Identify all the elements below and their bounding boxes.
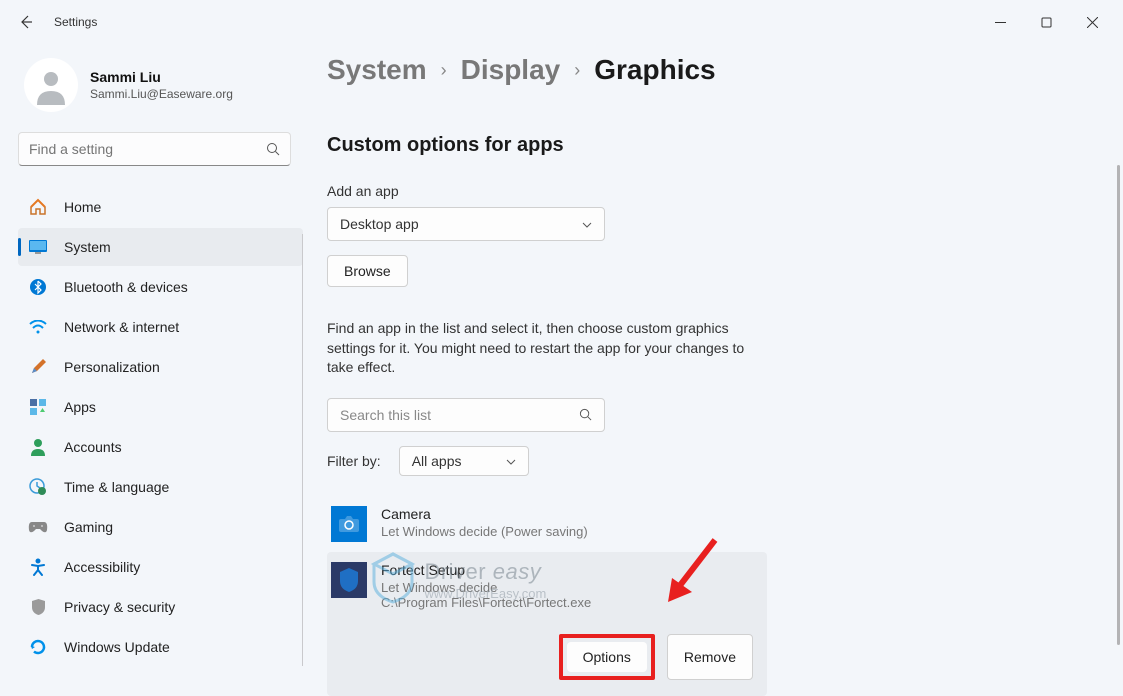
profile-email: Sammi.Liu@Easeware.org bbox=[90, 87, 233, 101]
home-icon bbox=[28, 197, 48, 217]
arrow-left-icon bbox=[18, 14, 34, 30]
accessibility-icon bbox=[28, 557, 48, 577]
window-title: Settings bbox=[54, 15, 97, 29]
fortect-app-icon bbox=[331, 562, 367, 598]
nav-label: Gaming bbox=[64, 519, 113, 535]
nav-label: Personalization bbox=[64, 359, 160, 375]
options-button[interactable]: Options bbox=[567, 642, 647, 672]
search-settings[interactable] bbox=[18, 132, 291, 166]
app-row-camera[interactable]: Camera Let Windows decide (Power saving) bbox=[327, 496, 1105, 552]
nav-label: Bluetooth & devices bbox=[64, 279, 188, 295]
display-icon bbox=[28, 237, 48, 257]
app-row-fortect[interactable]: Fortect Setup Let Windows decide C:\Prog… bbox=[327, 552, 767, 696]
chevron-right-icon: › bbox=[441, 60, 447, 81]
nav-label: Windows Update bbox=[64, 639, 170, 655]
nav-label: Home bbox=[64, 199, 101, 215]
chevron-right-icon: › bbox=[574, 60, 580, 81]
nav-gaming[interactable]: Gaming bbox=[18, 508, 303, 546]
app-name: Camera bbox=[381, 506, 1091, 522]
nav-personalization[interactable]: Personalization bbox=[18, 348, 303, 386]
app-status: Let Windows decide bbox=[381, 580, 753, 595]
back-button[interactable] bbox=[8, 4, 44, 40]
remove-button[interactable]: Remove bbox=[667, 634, 753, 680]
nav-accessibility[interactable]: Accessibility bbox=[18, 548, 303, 586]
app-type-dropdown[interactable]: Desktop app bbox=[327, 207, 605, 241]
close-icon bbox=[1087, 17, 1098, 28]
search-list-box[interactable]: Search this list bbox=[327, 398, 605, 432]
shield-icon bbox=[28, 597, 48, 617]
nav-home[interactable]: Home bbox=[18, 188, 303, 226]
bluetooth-icon bbox=[28, 277, 48, 297]
close-button[interactable] bbox=[1069, 6, 1115, 38]
nav-label: Time & language bbox=[64, 479, 169, 495]
nav-system[interactable]: System bbox=[18, 228, 303, 266]
search-input[interactable] bbox=[29, 141, 266, 157]
maximize-icon bbox=[1041, 17, 1052, 28]
apps-icon bbox=[28, 397, 48, 417]
person-icon bbox=[31, 65, 71, 105]
breadcrumb-display[interactable]: Display bbox=[461, 54, 561, 86]
user-profile[interactable]: Sammi Liu Sammi.Liu@Easeware.org bbox=[18, 58, 303, 112]
nav-windows-update[interactable]: Windows Update bbox=[18, 628, 303, 666]
avatar bbox=[24, 58, 78, 112]
breadcrumb: System › Display › Graphics bbox=[327, 54, 1105, 86]
annotation-highlight: Options bbox=[559, 634, 655, 680]
minimize-button[interactable] bbox=[977, 6, 1023, 38]
sidebar-divider bbox=[302, 234, 303, 666]
nav-label: Network & internet bbox=[64, 319, 179, 335]
chevron-down-icon bbox=[582, 215, 592, 233]
filter-dropdown[interactable]: All apps bbox=[399, 446, 529, 476]
camera-app-icon bbox=[331, 506, 367, 542]
breadcrumb-graphics: Graphics bbox=[594, 54, 715, 86]
chevron-down-icon bbox=[506, 452, 516, 470]
search-icon bbox=[266, 142, 280, 156]
nav-apps[interactable]: Apps bbox=[18, 388, 303, 426]
dropdown-value: Desktop app bbox=[340, 216, 582, 232]
gamepad-icon bbox=[28, 517, 48, 537]
nav-bluetooth[interactable]: Bluetooth & devices bbox=[18, 268, 303, 306]
maximize-button[interactable] bbox=[1023, 6, 1069, 38]
help-text: Find an app in the list and select it, t… bbox=[327, 319, 757, 378]
app-path: C:\Program Files\Fortect\Fortect.exe bbox=[381, 595, 753, 610]
clock-icon bbox=[28, 477, 48, 497]
nav-label: Accessibility bbox=[64, 559, 140, 575]
minimize-icon bbox=[995, 17, 1006, 28]
nav-label: System bbox=[64, 239, 111, 255]
browse-button[interactable]: Browse bbox=[327, 255, 408, 287]
account-icon bbox=[28, 437, 48, 457]
nav-network[interactable]: Network & internet bbox=[18, 308, 303, 346]
dropdown-value: All apps bbox=[412, 453, 506, 469]
brush-icon bbox=[28, 357, 48, 377]
search-icon bbox=[579, 408, 592, 421]
nav-privacy-security[interactable]: Privacy & security bbox=[18, 588, 303, 626]
search-list-placeholder: Search this list bbox=[340, 407, 579, 423]
profile-name: Sammi Liu bbox=[90, 69, 233, 85]
nav-label: Accounts bbox=[64, 439, 122, 455]
update-icon bbox=[28, 637, 48, 657]
scrollbar[interactable] bbox=[1117, 165, 1120, 645]
breadcrumb-system[interactable]: System bbox=[327, 54, 427, 86]
nav-time-language[interactable]: Time & language bbox=[18, 468, 303, 506]
app-name: Fortect Setup bbox=[381, 562, 753, 578]
nav-label: Apps bbox=[64, 399, 96, 415]
section-title: Custom options for apps bbox=[327, 134, 1105, 157]
filter-label: Filter by: bbox=[327, 453, 381, 469]
wifi-icon bbox=[28, 317, 48, 337]
app-status: Let Windows decide (Power saving) bbox=[381, 524, 1091, 539]
nav-accounts[interactable]: Accounts bbox=[18, 428, 303, 466]
nav-label: Privacy & security bbox=[64, 599, 175, 615]
add-app-label: Add an app bbox=[327, 183, 1105, 199]
